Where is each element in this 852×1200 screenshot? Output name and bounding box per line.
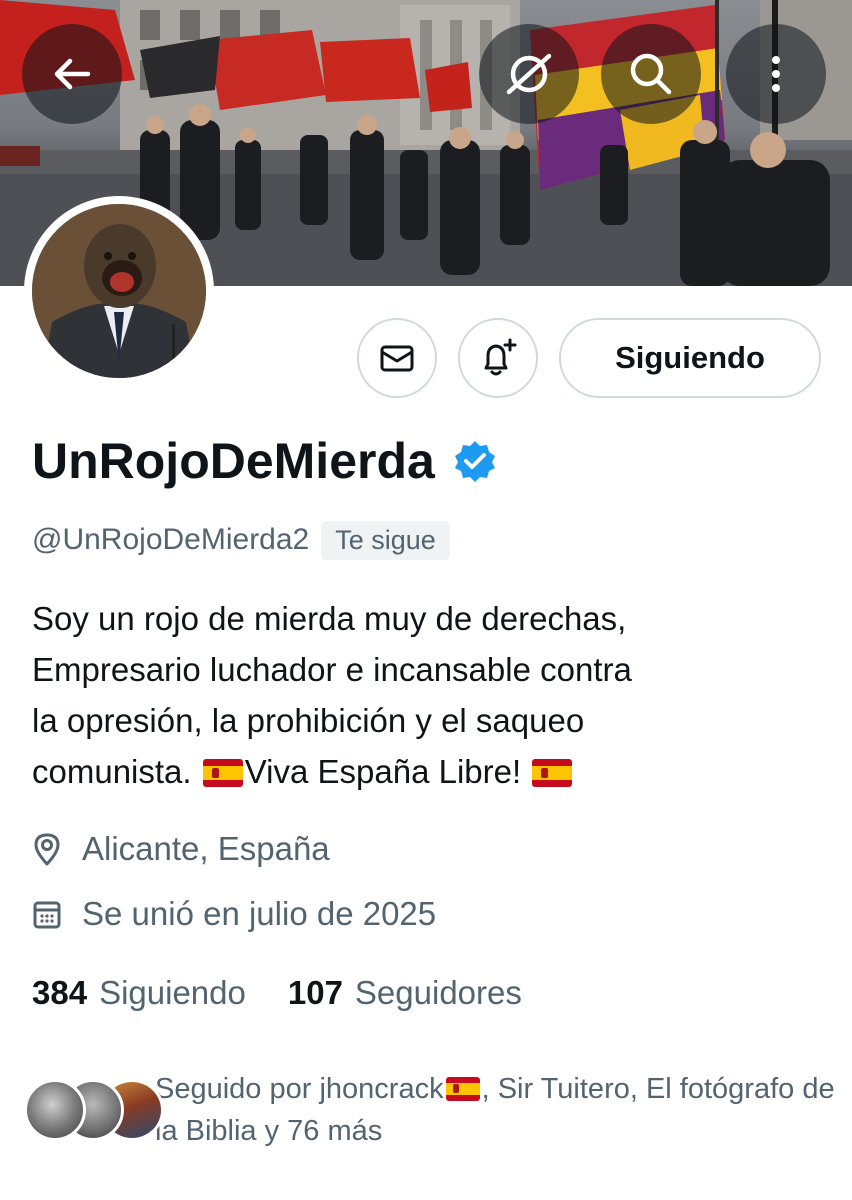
- arrow-left-icon: [54, 58, 91, 90]
- envelope-icon: [380, 345, 414, 372]
- following-label: Siguiendo: [99, 974, 246, 1011]
- following-count: 384: [32, 974, 88, 1011]
- search-button[interactable]: [601, 24, 701, 124]
- bell-plus-icon: [484, 338, 517, 376]
- follow-stats: 384 Siguiendo 107 Seguidores: [32, 970, 522, 1016]
- spain-flag-icon: [445, 1077, 480, 1101]
- spain-flag-icon: [202, 759, 243, 787]
- followed-by-prefix: Seguido por jhoncrack: [155, 1073, 444, 1105]
- followers-count: 107: [287, 974, 343, 1011]
- more-vertical-icon: [772, 56, 780, 92]
- spain-flag-icon: [532, 759, 573, 787]
- bio-line: la opresión, la prohibición y el saqueo: [32, 702, 585, 739]
- bio-text: comunista.: [32, 753, 201, 790]
- hide-button[interactable]: [479, 24, 579, 124]
- display-name-row: UnRojoDeMierda: [32, 428, 497, 494]
- bio-line: Soy un rojo de mierda muy de derechas,: [32, 600, 627, 637]
- notifications-button[interactable]: [458, 318, 538, 398]
- bio-text: Viva España Libre!: [244, 753, 531, 790]
- message-button[interactable]: [357, 318, 437, 398]
- joined-row: Se unió en julio de 2025: [32, 892, 436, 936]
- bio-line: Empresario luchador e incansable contra: [32, 651, 632, 688]
- user-handle: @UnRojoDeMierda2: [32, 523, 310, 556]
- followed-by-avatars[interactable]: [24, 1079, 164, 1141]
- calendar-icon: [32, 898, 66, 930]
- handle-row: @UnRojoDeMierda2 Te sigue: [32, 517, 450, 563]
- profile-page: Siguiendo UnRojoDeMierda @UnRojoDeMierda…: [0, 0, 852, 1200]
- joined-text: Se unió en julio de 2025: [82, 895, 437, 932]
- display-name: UnRojoDeMierda: [32, 433, 435, 489]
- bio-line: comunista. Viva España Libre!: [32, 746, 822, 797]
- back-button[interactable]: [22, 24, 122, 124]
- following-button[interactable]: Siguiendo: [559, 318, 821, 398]
- search-icon: [630, 53, 672, 95]
- verified-badge-icon[interactable]: [453, 439, 497, 483]
- followers-count-link[interactable]: 107 Seguidores: [288, 974, 522, 1012]
- followers-label: Seguidores: [354, 974, 522, 1011]
- location-text: Alicante, España: [82, 830, 330, 867]
- profile-avatar[interactable]: [24, 196, 214, 386]
- location-pin-icon: [32, 831, 66, 867]
- followed-by-text[interactable]: Seguido por jhoncrack, Sir Tuitero, El f…: [155, 1068, 835, 1152]
- location-row: Alicante, España: [32, 827, 330, 871]
- avatar: [24, 1079, 86, 1141]
- avatar-image: [32, 204, 206, 378]
- follows-you-badge: Te sigue: [321, 520, 450, 560]
- profile-bio: Soy un rojo de mierda muy de derechas, E…: [32, 593, 822, 797]
- more-button[interactable]: [726, 24, 826, 124]
- following-count-link[interactable]: 384 Siguiendo: [32, 974, 246, 1012]
- eye-slash-icon: [506, 53, 552, 95]
